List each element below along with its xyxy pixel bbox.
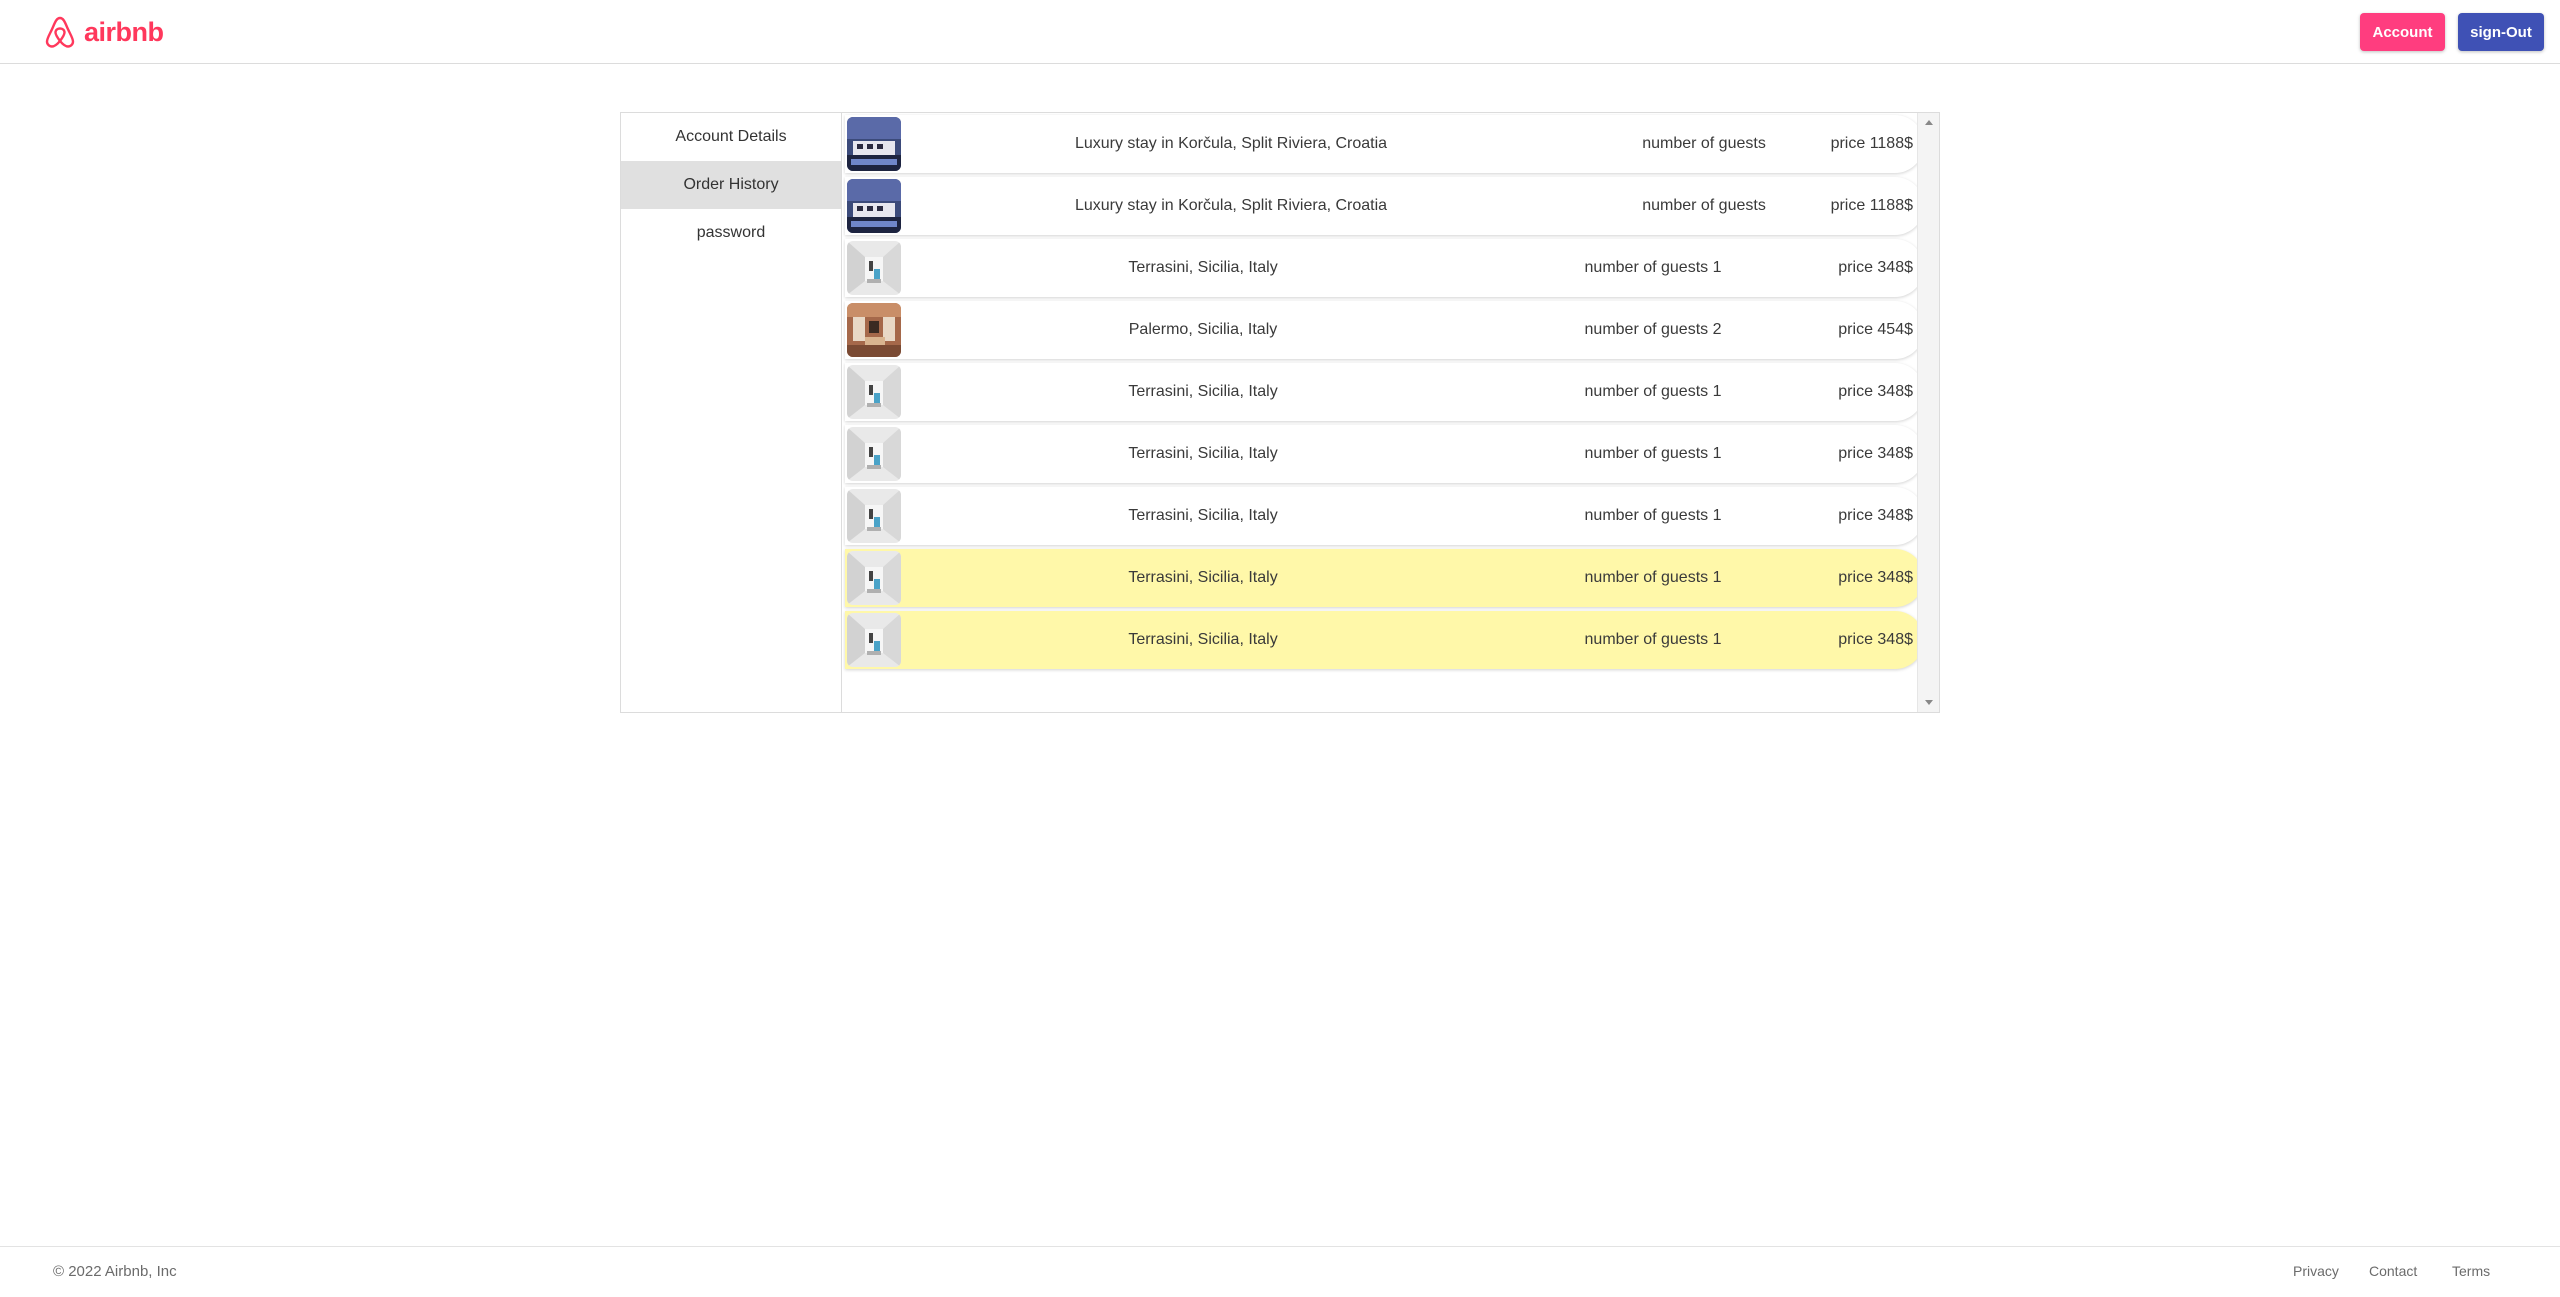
account-button[interactable]: Account — [2360, 13, 2445, 51]
order-guests: number of guests 2 — [1584, 321, 1722, 338]
sidebar-item-account-details[interactable]: Account Details — [621, 113, 841, 161]
order-row[interactable]: Terrasini, Sicilia, Italy number of guest… — [845, 549, 1924, 607]
sidebar-item-order-history[interactable]: Order History — [621, 161, 841, 209]
top-navbar: airbnb Account sign-Out — [0, 0, 2560, 64]
listing-thumbnail — [847, 303, 901, 357]
order-title: Terrasini, Sicilia, Italy — [1128, 445, 1278, 462]
order-title: Luxury stay in Korčula, Split Riviera, C… — [1074, 197, 1388, 214]
order-guests: number of guests 1 — [1584, 445, 1722, 462]
order-row[interactable]: Luxury stay in Korčula, Split Riviera, C… — [845, 177, 1924, 235]
order-row[interactable]: Luxury stay in Korčula, Split Riviera, C… — [845, 115, 1924, 173]
account-sidebar: Account Details Order History password — [621, 113, 842, 712]
footer-link-contact[interactable]: Contact — [2369, 1263, 2417, 1279]
order-row[interactable]: Terrasini, Sicilia, Italy number of guest… — [845, 239, 1924, 297]
listing-thumbnail — [847, 241, 901, 295]
copyright-text: © 2022 Airbnb, Inc — [53, 1263, 177, 1280]
logo-text: airbnb — [84, 16, 164, 47]
sign-out-button[interactable]: sign-Out — [2458, 13, 2544, 51]
order-title: Terrasini, Sicilia, Italy — [1128, 259, 1278, 276]
footer-link-privacy[interactable]: Privacy — [2293, 1263, 2339, 1279]
airbnb-logo-icon — [45, 16, 75, 48]
order-row[interactable]: Terrasini, Sicilia, Italy number of guest… — [845, 363, 1924, 421]
order-price: price 348$ — [1838, 383, 1913, 400]
order-guests: number of guests 1 — [1584, 507, 1722, 524]
order-row[interactable]: Terrasini, Sicilia, Italy number of guest… — [845, 611, 1924, 669]
listing-thumbnail — [847, 365, 901, 419]
order-title: Terrasini, Sicilia, Italy — [1128, 631, 1278, 648]
order-list-scrollbar[interactable] — [1917, 113, 1939, 712]
footer-link-terms[interactable]: Terms — [2452, 1263, 2490, 1279]
listing-thumbnail — [847, 551, 901, 605]
order-history-list: Luxury stay in Korčula, Split Riviera, C… — [843, 113, 1939, 712]
order-title: Luxury stay in Korčula, Split Riviera, C… — [1074, 135, 1388, 152]
order-price: price 348$ — [1838, 569, 1913, 586]
account-panel: Account Details Order History password L… — [620, 112, 1940, 713]
order-guests: number of guests 1 — [1584, 569, 1722, 586]
order-title: Palermo, Sicilia, Italy — [1128, 321, 1278, 338]
order-guests: number of guests 1 — [1584, 631, 1722, 648]
order-price: price 454$ — [1838, 321, 1913, 338]
order-title: Terrasini, Sicilia, Italy — [1128, 507, 1278, 524]
airbnb-logo[interactable]: airbnb — [44, 14, 164, 50]
order-title: Terrasini, Sicilia, Italy — [1128, 569, 1278, 586]
sidebar-item-password[interactable]: password — [621, 209, 841, 257]
order-price: price 1188$ — [1830, 135, 1913, 152]
listing-thumbnail — [847, 613, 901, 667]
order-price: price 1188$ — [1830, 197, 1913, 214]
order-row[interactable]: Terrasini, Sicilia, Italy number of guest… — [845, 487, 1924, 545]
listing-thumbnail — [847, 117, 901, 171]
listing-thumbnail — [847, 427, 901, 481]
scroll-down-arrow-icon[interactable] — [1925, 700, 1933, 705]
order-guests: number of guests 1 — [1584, 383, 1722, 400]
order-price: price 348$ — [1838, 445, 1913, 462]
order-price: price 348$ — [1838, 507, 1913, 524]
order-guests: number of guests 1 — [1584, 259, 1722, 276]
order-row[interactable]: Terrasini, Sicilia, Italy number of guest… — [845, 425, 1924, 483]
order-price: price 348$ — [1838, 631, 1913, 648]
page-footer: © 2022 Airbnb, Inc Privacy Contact Terms — [0, 1246, 2560, 1297]
order-title: Terrasini, Sicilia, Italy — [1128, 383, 1278, 400]
order-price: price 348$ — [1838, 259, 1913, 276]
scroll-up-arrow-icon[interactable] — [1925, 120, 1933, 125]
listing-thumbnail — [847, 489, 901, 543]
order-row[interactable]: Palermo, Sicilia, Italy number of guests … — [845, 301, 1924, 359]
listing-thumbnail — [847, 179, 901, 233]
